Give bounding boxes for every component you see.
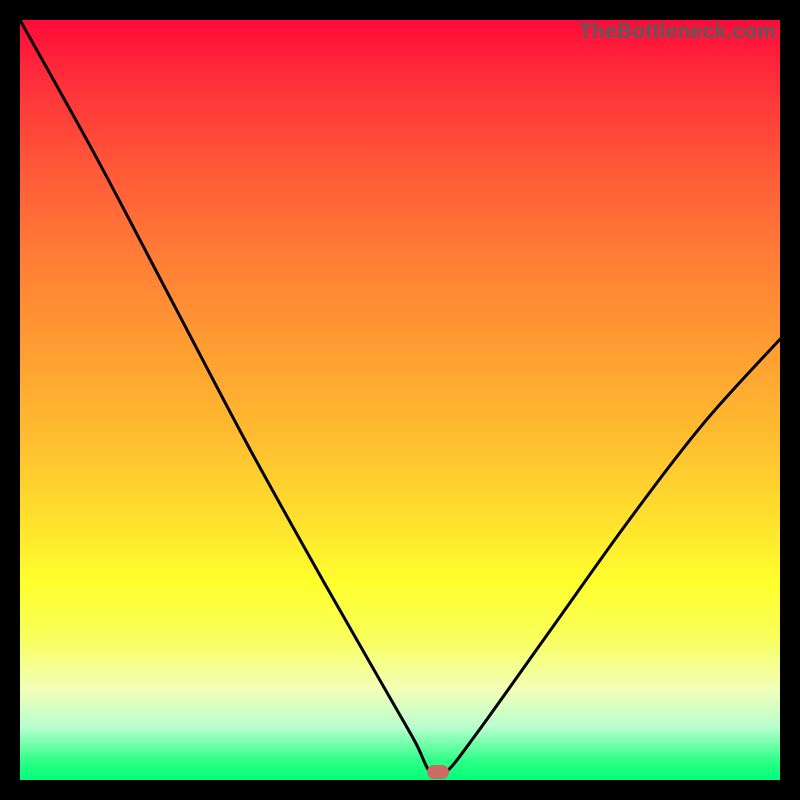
chart-frame: TheBottleneck.com: [0, 0, 800, 800]
bottleneck-curve: [20, 20, 780, 780]
plot-area: TheBottleneck.com: [20, 20, 780, 780]
optimal-point-marker: [427, 765, 449, 779]
